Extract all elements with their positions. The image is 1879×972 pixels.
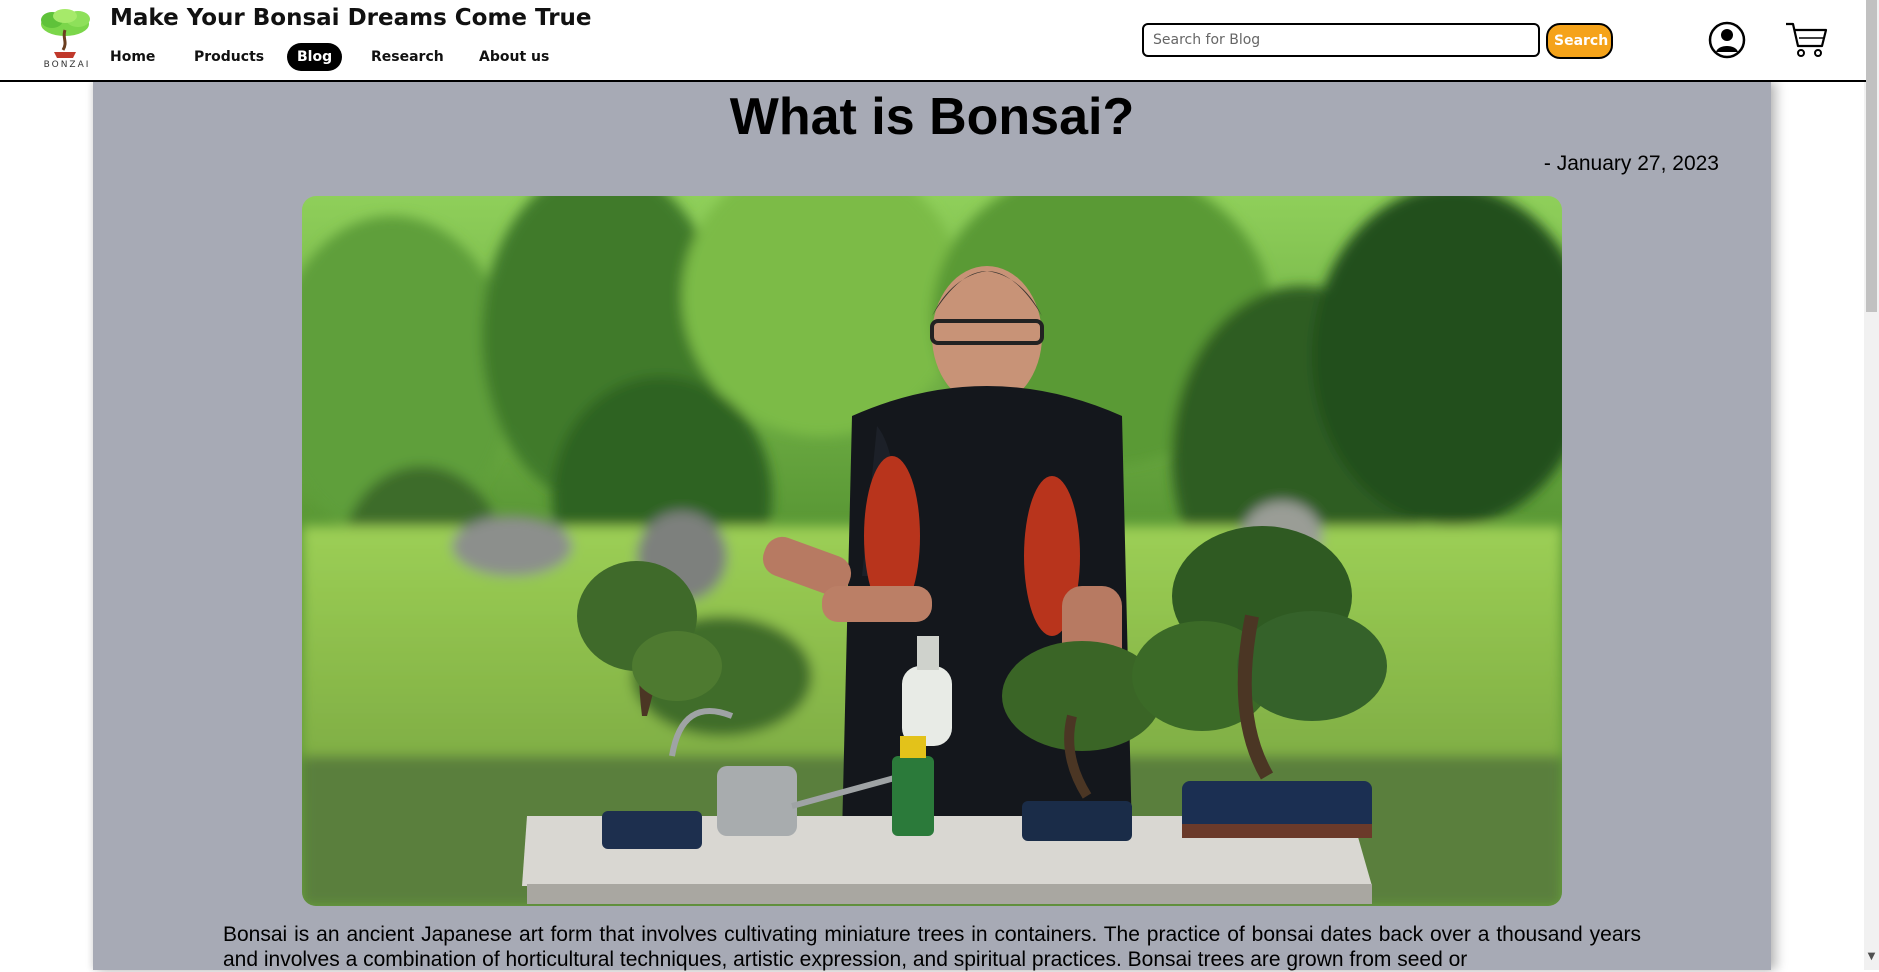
nav-item-blog[interactable]: Blog	[287, 43, 343, 71]
post-body-text: Bonsai is an ancient Japanese art form t…	[223, 923, 1641, 971]
shopping-cart-icon[interactable]	[1784, 20, 1828, 60]
nav-item-products[interactable]: Products	[184, 43, 274, 71]
scroll-down-arrow-icon[interactable]: ▼	[1866, 950, 1877, 964]
nav-item-home[interactable]: Home	[100, 43, 165, 71]
blog-post-card: What is Bonsai? - January 27, 2023 Bonsa…	[93, 82, 1771, 971]
user-account-icon[interactable]	[1708, 21, 1746, 59]
nav-item-about[interactable]: About us	[469, 43, 559, 71]
post-title: What is Bonsai?	[729, 88, 1135, 146]
nav-item-research[interactable]: Research	[361, 43, 454, 71]
bonsai-care-photo	[302, 196, 1562, 906]
post-hero-image	[302, 196, 1562, 906]
search-input[interactable]	[1142, 23, 1540, 57]
search-button[interactable]: Search	[1546, 23, 1613, 59]
site-header: BONZAI Make Your Bonsai Dreams Come True…	[0, 0, 1866, 82]
scrollbar-thumb[interactable]	[1866, 0, 1877, 312]
site-title: Make Your Bonsai Dreams Come True	[110, 5, 592, 31]
post-date: - January 27, 2023	[1543, 152, 1719, 175]
logo-wordmark: BONZAI	[43, 60, 91, 70]
